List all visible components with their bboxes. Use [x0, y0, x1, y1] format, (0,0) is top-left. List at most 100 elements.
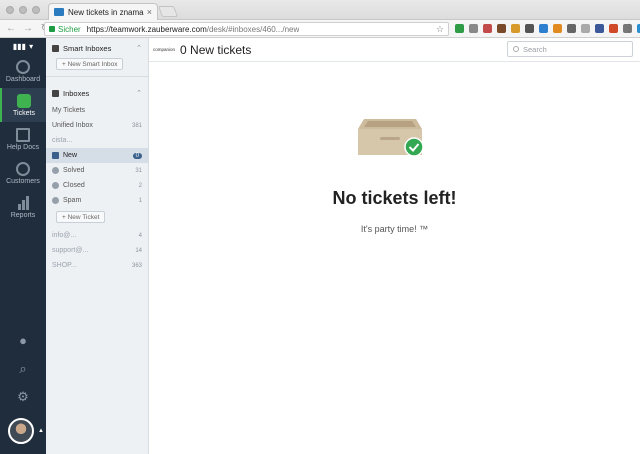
- extension-icon[interactable]: [525, 24, 534, 33]
- search-icon[interactable]: ⌕: [16, 362, 30, 376]
- inbox-count: 14: [135, 247, 142, 254]
- inbox-label: info@...: [52, 232, 77, 239]
- search-input[interactable]: Search: [507, 41, 633, 57]
- app-brand[interactable]: ▮▮▮ ▾: [0, 38, 46, 54]
- nav-help-docs[interactable]: Help Docs: [0, 122, 46, 156]
- envelope-icon: [52, 152, 59, 159]
- url-path: /desk/#inboxes/460...: [206, 24, 283, 34]
- chat-icon[interactable]: ●: [16, 334, 30, 348]
- main-header: companion 0 New tickets Search: [149, 38, 640, 62]
- inbox-tray-icon: [52, 89, 59, 97]
- extension-icon[interactable]: [553, 24, 562, 33]
- status-label: Closed: [63, 182, 85, 189]
- box-handle: [380, 137, 400, 140]
- search-icon: [513, 46, 519, 52]
- inbox-icon: [17, 93, 31, 108]
- collapse-icon[interactable]: ⌃: [136, 44, 142, 52]
- url-text: https://teamwork.zauberware.com/desk/#in…: [87, 25, 300, 34]
- address-bar[interactable]: Sicher https://teamwork.zauberware.com/d…: [44, 22, 449, 36]
- box-inner: [364, 121, 416, 127]
- nav-help-docs-label: Help Docs: [6, 143, 40, 151]
- extension-icon[interactable]: [483, 24, 492, 33]
- window-controls[interactable]: [6, 6, 40, 14]
- browser-tab[interactable]: New tickets in znamarkl... ×: [48, 3, 158, 20]
- inbox-sidebar: Smart Inboxes ⌃ + New Smart Inbox Inboxe…: [46, 38, 149, 454]
- new-smart-inbox-button[interactable]: + New Smart Inbox: [56, 58, 124, 70]
- inboxes-title: Inboxes: [63, 88, 90, 98]
- extension-icon[interactable]: [455, 24, 464, 33]
- close-circle-icon: [52, 182, 59, 189]
- close-window-icon[interactable]: [6, 6, 14, 14]
- avatar[interactable]: [8, 418, 34, 444]
- close-tab-icon[interactable]: ×: [147, 7, 152, 17]
- inbox-item[interactable]: support@... 14: [46, 243, 148, 258]
- status-count: 31: [135, 167, 142, 174]
- forward-icon[interactable]: →: [22, 23, 34, 34]
- url-host: https://teamwork.zauberware.com: [86, 24, 207, 34]
- extension-icon[interactable]: [511, 24, 520, 33]
- extension-icon[interactable]: [595, 24, 604, 33]
- inbox-item[interactable]: SHOP... 363: [46, 258, 148, 273]
- inbox-label: SHOP...: [52, 262, 77, 269]
- extension-icon[interactable]: [469, 24, 478, 33]
- lock-icon: [49, 26, 55, 32]
- status-spam[interactable]: Spam 1: [46, 193, 148, 208]
- customers-icon: [16, 161, 30, 176]
- nav-customers-label: Customers: [6, 177, 40, 185]
- smart-inboxes-header[interactable]: Smart Inboxes ⌃: [46, 38, 148, 58]
- inbox-count: 363: [131, 262, 142, 269]
- dashboard-icon: [16, 59, 30, 74]
- extension-icon[interactable]: [609, 24, 618, 33]
- status-count: 2: [138, 182, 142, 189]
- brand-caret-icon: ▾: [29, 41, 34, 51]
- extension-icon[interactable]: [581, 24, 590, 33]
- nav-customers[interactable]: Customers: [0, 156, 46, 190]
- status-label: Spam: [63, 197, 82, 204]
- extension-icon[interactable]: [539, 24, 548, 33]
- maximize-window-icon[interactable]: [32, 6, 40, 14]
- check-circle-icon: [52, 167, 59, 174]
- app-nav-rail: ▮▮▮ ▾ Dashboard Tickets Help Docs Custom…: [0, 38, 46, 454]
- view-label: Unified Inbox: [52, 122, 93, 129]
- avatar-caret-icon[interactable]: ▲: [38, 428, 44, 434]
- new-ticket-button[interactable]: + New Ticket: [56, 211, 106, 223]
- browser-toolbar: ← → ↻ Sicher https://teamwork.zauberware…: [0, 20, 640, 38]
- status-count: 0: [132, 152, 142, 159]
- spam-icon: [52, 197, 59, 204]
- browser-menu-icon[interactable]: ⋮: [624, 23, 634, 34]
- status-label: New: [63, 152, 78, 159]
- status-solved[interactable]: Solved 31: [46, 163, 148, 178]
- nav-tickets[interactable]: Tickets: [0, 88, 46, 122]
- inbox-item[interactable]: info@... 4: [46, 228, 148, 243]
- bookmark-star-icon[interactable]: ☆: [436, 24, 444, 35]
- inbox-group-label[interactable]: cista...: [46, 133, 148, 148]
- inboxes-header[interactable]: Inboxes ⌃: [46, 83, 148, 103]
- extension-icon[interactable]: [497, 24, 506, 33]
- view-unified-inbox[interactable]: Unified Inbox 381: [46, 118, 148, 133]
- filter-icon: [52, 44, 59, 52]
- view-my-tickets[interactable]: My Tickets: [46, 103, 148, 118]
- extension-icon[interactable]: [567, 24, 576, 33]
- company-logo: companion: [153, 47, 176, 52]
- smart-inboxes-title: Smart Inboxes: [63, 43, 112, 53]
- divider: [46, 76, 148, 77]
- collapse-icon[interactable]: ⌃: [136, 89, 142, 97]
- minimize-window-icon[interactable]: [19, 6, 27, 14]
- back-icon[interactable]: ←: [5, 23, 17, 34]
- extensions-bar: [455, 24, 640, 33]
- search-placeholder: Search: [523, 44, 547, 54]
- main-content: companion 0 New tickets Search No ticket…: [149, 38, 640, 454]
- nav-dashboard-label: Dashboard: [5, 75, 41, 83]
- rail-bottom-tools: ● ⌕ ⚙: [0, 334, 46, 404]
- brand-logo-icon: ▮▮▮: [12, 41, 27, 51]
- new-tab-button[interactable]: [157, 6, 179, 17]
- gear-icon[interactable]: ⚙: [16, 390, 30, 404]
- nav-reports[interactable]: Reports: [0, 190, 46, 224]
- status-closed[interactable]: Closed 2: [46, 178, 148, 193]
- inbox-count: 4: [138, 232, 142, 239]
- view-label: My Tickets: [52, 107, 86, 114]
- empty-inbox-illustration: [358, 119, 424, 157]
- nav-dashboard[interactable]: Dashboard: [0, 54, 46, 88]
- page-title: 0 New tickets: [180, 42, 252, 57]
- status-new[interactable]: New 0: [46, 148, 148, 163]
